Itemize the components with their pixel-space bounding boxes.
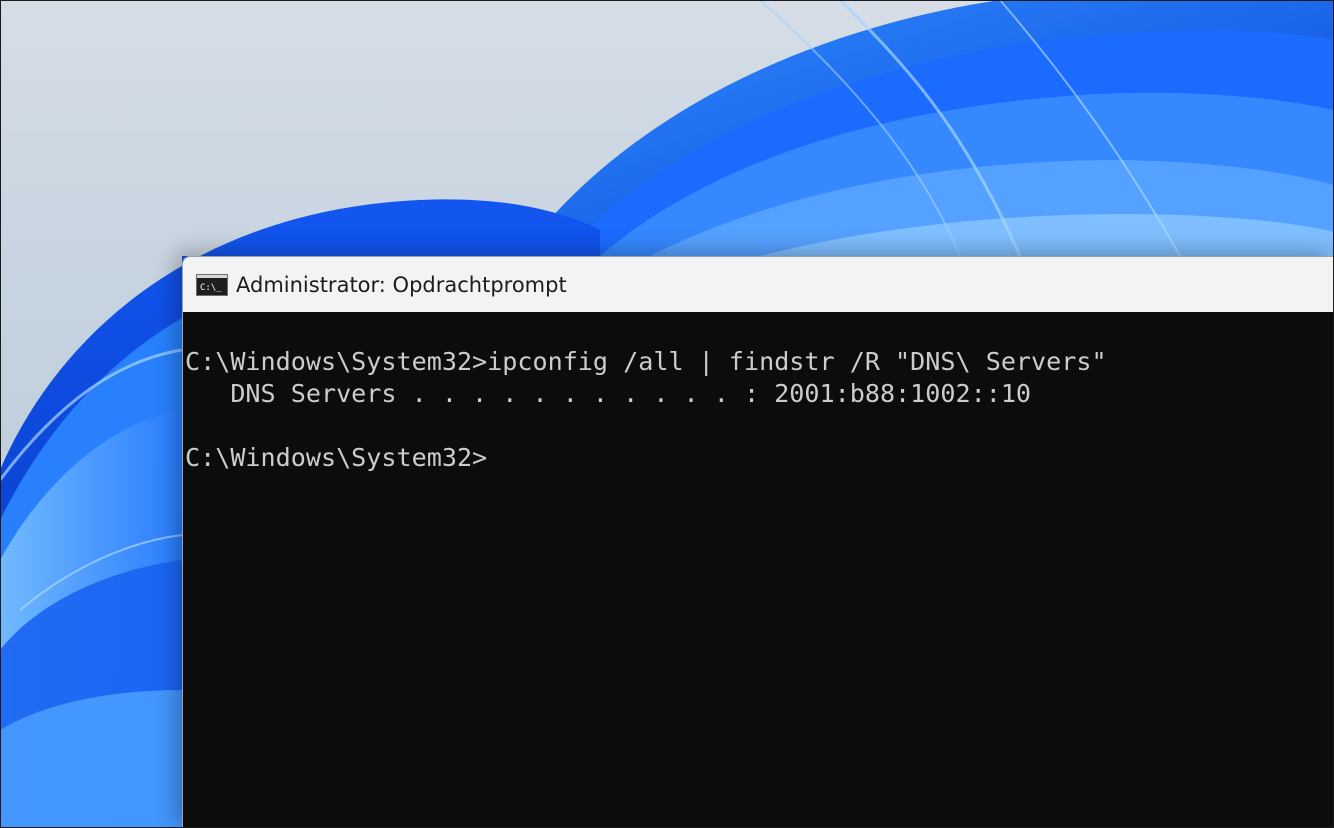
console-line: C:\Windows\System32>ipconfig /all | find… [185,347,1107,376]
console-prompt: C:\Windows\System32> [185,443,488,472]
window-title: Administrator: Opdrachtprompt [236,272,567,297]
command-prompt-window[interactable]: C:\_ Administrator: Opdrachtprompt C:\Wi… [182,256,1334,828]
console-output[interactable]: C:\Windows\System32>ipconfig /all | find… [183,312,1334,828]
console-line: DNS Servers . . . . . . . . . . . : 2001… [185,379,1032,408]
cmd-icon: C:\_ [196,273,228,296]
console-prompt-line[interactable]: C:\Windows\System32> [185,442,1334,474]
window-titlebar[interactable]: C:\_ Administrator: Opdrachtprompt [183,257,1334,312]
svg-text:C:\_: C:\_ [200,283,222,293]
